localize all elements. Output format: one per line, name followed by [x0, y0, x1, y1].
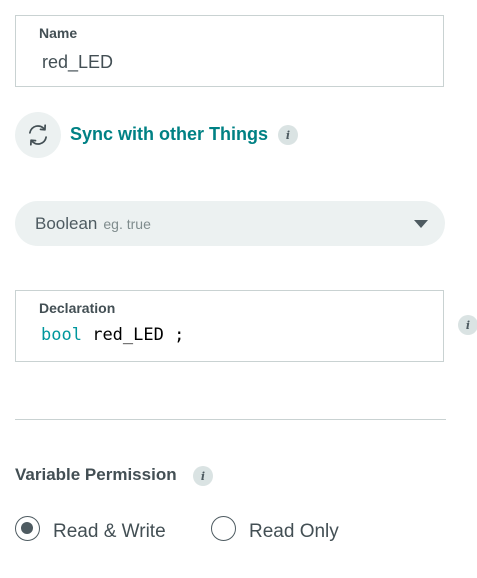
radio-checked-icon[interactable]	[15, 516, 40, 541]
radio-read-write[interactable]: Read & Write	[15, 516, 195, 546]
info-icon[interactable]: i	[278, 125, 298, 145]
declaration-identifier: red_LED	[92, 325, 164, 345]
radio-read-only[interactable]: Read Only	[211, 516, 361, 546]
sync-link[interactable]: Sync with other Things	[70, 124, 268, 145]
declaration-terminator: ;	[174, 325, 185, 345]
radio-dot	[21, 522, 33, 534]
sync-icon	[29, 124, 47, 146]
declaration-field[interactable]: Declaration bool red_LED ;	[15, 290, 444, 362]
radio-read-only-label: Read Only	[249, 521, 339, 542]
permission-info-icon[interactable]: i	[193, 466, 213, 486]
type-hint: eg. true	[103, 216, 151, 232]
declaration-info-icon[interactable]: i	[458, 315, 477, 335]
declaration-label: Declaration	[39, 300, 116, 316]
chevron-down-icon	[414, 220, 428, 228]
radio-unchecked-icon[interactable]	[211, 516, 236, 541]
type-select[interactable]: Boolean eg. true	[15, 201, 445, 246]
name-input[interactable]: red_LED	[42, 52, 113, 73]
name-field[interactable]: Name red_LED	[15, 15, 444, 87]
permission-title: Variable Permission	[15, 465, 177, 484]
divider	[15, 419, 446, 420]
radio-read-write-label: Read & Write	[53, 521, 166, 542]
name-label: Name	[39, 25, 78, 41]
sync-row: Sync with other Things i	[15, 112, 335, 158]
sync-button[interactable]	[15, 112, 61, 158]
declaration-code: bool red_LED ;	[41, 325, 184, 345]
type-value: Boolean eg. true	[35, 214, 151, 234]
declaration-keyword: bool	[41, 325, 82, 345]
type-selected-label: Boolean	[35, 214, 98, 233]
